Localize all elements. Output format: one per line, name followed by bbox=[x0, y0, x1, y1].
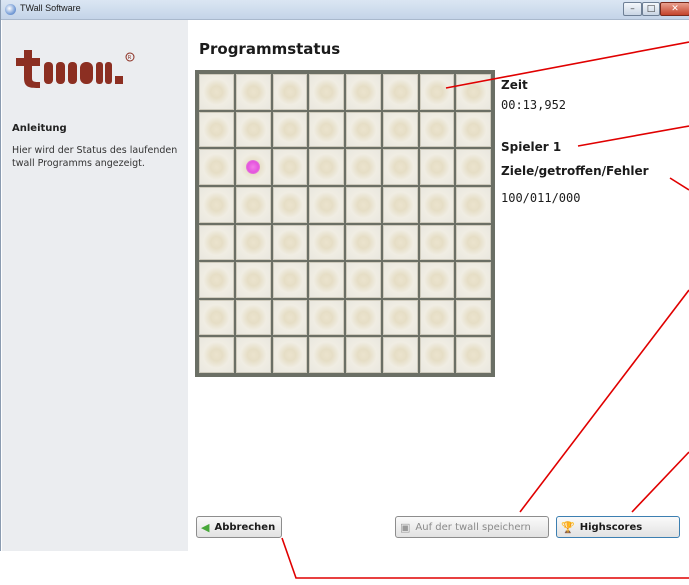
score-value: 100/011/000 bbox=[501, 191, 581, 205]
grid-cell bbox=[419, 224, 455, 261]
twall-grid bbox=[195, 70, 495, 377]
save-icon: ▣ bbox=[400, 520, 411, 534]
grid-cell bbox=[346, 262, 381, 298]
grid-cell bbox=[346, 111, 381, 148]
window-title: TWall Software bbox=[20, 3, 81, 13]
grid-cell bbox=[346, 74, 381, 110]
grid-cell bbox=[419, 337, 455, 373]
maximize-button[interactable]: □ bbox=[642, 2, 660, 16]
grid-cell bbox=[309, 186, 344, 223]
grid-cell bbox=[272, 149, 308, 185]
grid-cell bbox=[346, 224, 381, 261]
grid-cell bbox=[419, 149, 455, 185]
grid-cell bbox=[456, 224, 491, 261]
sidebar-description: Hier wird der Status des laufenden twall… bbox=[12, 145, 178, 169]
app-icon bbox=[5, 4, 16, 15]
grid-cell bbox=[272, 262, 308, 298]
minimize-button[interactable]: – bbox=[623, 2, 642, 16]
time-label: Zeit bbox=[501, 78, 528, 92]
grid-cell bbox=[272, 224, 308, 261]
twall-logo: R bbox=[16, 50, 135, 88]
trophy-icon: 🏆 bbox=[561, 520, 575, 534]
grid-cell bbox=[419, 262, 455, 298]
grid-cell bbox=[456, 149, 491, 185]
grid-cell bbox=[272, 186, 308, 223]
grid-cell bbox=[309, 337, 344, 373]
grid-cell bbox=[309, 74, 344, 110]
grid-cell bbox=[456, 74, 491, 110]
grid-cell bbox=[199, 186, 234, 223]
grid-cell bbox=[382, 111, 418, 148]
grid-cell bbox=[382, 186, 418, 223]
sidebar-heading: Anleitung bbox=[12, 123, 67, 134]
back-arrow-icon: ◀ bbox=[201, 520, 210, 534]
grid-cell bbox=[309, 262, 344, 298]
cancel-button-label: Abbrechen bbox=[214, 521, 276, 533]
app-window: TWall Software – □ ✕ R Anleitung Hier wi… bbox=[0, 0, 689, 551]
grid-cell bbox=[199, 74, 234, 110]
cancel-button[interactable]: ◀ Abbrechen bbox=[196, 516, 282, 538]
grid-cell bbox=[419, 299, 455, 336]
grid-cell bbox=[235, 337, 271, 373]
grid-cell bbox=[456, 111, 491, 148]
grid-cell bbox=[419, 111, 455, 148]
grid-cell bbox=[199, 111, 234, 148]
grid-cell bbox=[419, 74, 455, 110]
grid-cell bbox=[309, 224, 344, 261]
grid-cell bbox=[456, 186, 491, 223]
save-button-label: Auf der twall speichern bbox=[415, 521, 531, 533]
grid-cell bbox=[235, 262, 271, 298]
grid-cell bbox=[346, 337, 381, 373]
grid-cell bbox=[235, 74, 271, 110]
grid-cell bbox=[272, 74, 308, 110]
grid-cell bbox=[199, 262, 234, 298]
save-to-twall-button[interactable]: ▣ Auf der twall speichern bbox=[395, 516, 549, 538]
grid-cell bbox=[382, 74, 418, 110]
sidebar: R Anleitung Hier wird der Status des lau… bbox=[2, 20, 188, 551]
grid-cell bbox=[199, 299, 234, 336]
grid-cell bbox=[235, 299, 271, 336]
grid-cell bbox=[382, 337, 418, 373]
svg-text:R: R bbox=[128, 55, 132, 61]
grid-cell bbox=[382, 262, 418, 298]
grid-cell bbox=[346, 299, 381, 336]
close-button[interactable]: ✕ bbox=[660, 2, 689, 16]
grid-cell bbox=[272, 111, 308, 148]
grid-cell bbox=[382, 299, 418, 336]
grid-cell bbox=[309, 111, 344, 148]
player-label: Spieler 1 bbox=[501, 140, 562, 154]
highscores-button-label: Highscores bbox=[579, 521, 643, 533]
grid-cell bbox=[235, 111, 271, 148]
grid-cell bbox=[456, 262, 491, 298]
grid-cell bbox=[382, 149, 418, 185]
highscores-button[interactable]: 🏆 Highscores bbox=[556, 516, 680, 538]
grid-cell bbox=[199, 337, 234, 373]
grid-cell bbox=[346, 149, 381, 185]
grid-cell bbox=[309, 299, 344, 336]
score-label: Ziele/getroffen/Fehler bbox=[501, 164, 649, 178]
title-bar[interactable]: TWall Software – □ ✕ bbox=[1, 0, 689, 20]
grid-cell bbox=[199, 149, 234, 185]
grid-cell bbox=[272, 299, 308, 336]
grid-cell-active bbox=[235, 149, 271, 185]
grid-cell bbox=[272, 337, 308, 373]
grid-cell bbox=[235, 186, 271, 223]
grid-cell bbox=[235, 224, 271, 261]
grid-cell bbox=[346, 186, 381, 223]
grid-cell bbox=[456, 337, 491, 373]
grid-cell bbox=[309, 149, 344, 185]
time-value: 00:13,952 bbox=[501, 98, 567, 112]
grid-cell bbox=[199, 224, 234, 261]
grid-cell bbox=[382, 224, 418, 261]
page-title: Programmstatus bbox=[199, 40, 341, 58]
grid-cell bbox=[456, 299, 491, 336]
grid-cell bbox=[419, 186, 455, 223]
